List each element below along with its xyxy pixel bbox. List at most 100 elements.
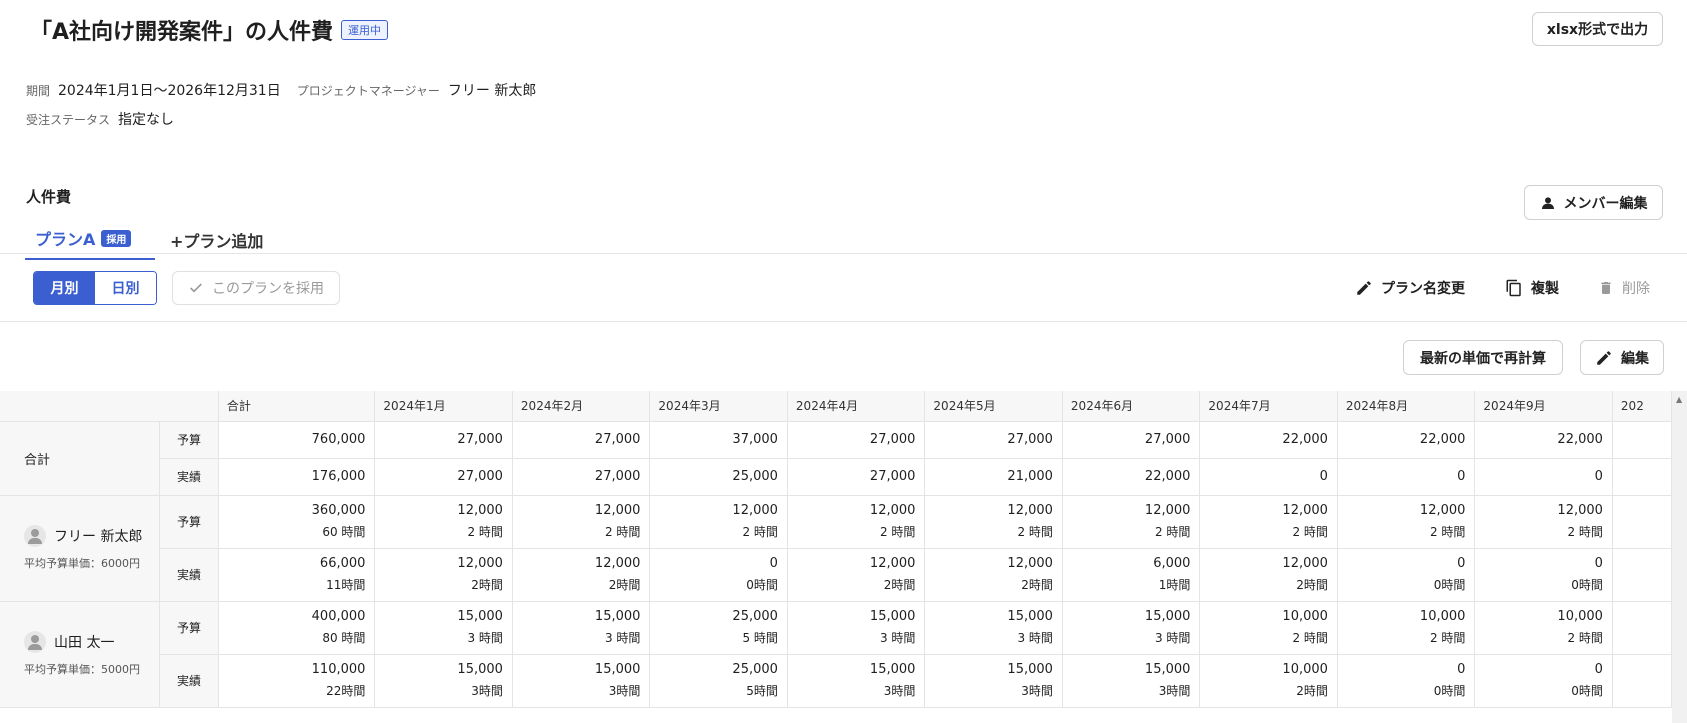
amount: 12,000	[594, 503, 641, 518]
column-header: 2024年5月	[924, 391, 1063, 422]
amount: 66,000	[319, 556, 366, 571]
labor-cost-table: 合計 2024年1月 2024年2月 2024年3月 2024年4月 2024年5月 202…	[0, 391, 1672, 723]
value-cell: 15,000 3時間	[374, 654, 513, 708]
hours: 3 時間	[1154, 631, 1191, 645]
page-title-text: 「A社向け開発案件」の人件費	[30, 20, 334, 45]
amount: 10,000	[1282, 609, 1328, 624]
amount: 0	[1457, 556, 1466, 571]
value-cell: 0 0時間	[1474, 654, 1613, 708]
hours: 3 時間	[1017, 631, 1053, 645]
column-header: 合計	[218, 391, 376, 422]
value-cell: 0 0時間	[649, 548, 788, 602]
amount: 15,000	[869, 662, 916, 677]
hours: 0時間	[1571, 578, 1603, 592]
amount: 12,000	[869, 503, 916, 518]
hours: 2 時間	[1017, 525, 1053, 539]
value-cell	[1612, 495, 1672, 549]
amount: 22,000	[1557, 432, 1603, 447]
value-cell: 15,000 3 時間	[924, 601, 1063, 655]
table-row: 実績 176,000 27,000 27,000 25,000 27,000 21,000 2…	[0, 458, 1672, 496]
member-name: フリー 新太郎	[54, 529, 143, 545]
monthly-toggle[interactable]: 月別	[34, 272, 95, 304]
actual-label-value: 実績	[177, 470, 202, 484]
value-cell: 15,000 3時間	[787, 654, 926, 708]
amount: 760,000	[311, 432, 366, 447]
amount: 21,000	[1007, 469, 1053, 484]
hours: 1時間	[1158, 578, 1191, 592]
amount: 27,000	[1144, 432, 1191, 447]
export-xlsx-button[interactable]: xlsx形式で出力	[1532, 12, 1663, 46]
adopt-plan-label: このプランを採用	[212, 281, 324, 297]
value-cell: 0	[1337, 458, 1476, 496]
amount: 15,000	[457, 662, 503, 677]
hours: 3時間	[1021, 684, 1053, 698]
amount: 12,000	[457, 556, 503, 571]
amount: 10,000	[1282, 662, 1328, 677]
pencil-icon	[1357, 281, 1371, 295]
daily-toggle[interactable]: 日別	[95, 272, 156, 304]
value-cell: 15,000 3 時間	[787, 601, 926, 655]
value-cell: 6,000 1時間	[1062, 548, 1201, 602]
amount: 12,000	[594, 556, 641, 571]
value-cell	[1612, 601, 1672, 655]
amount: 12,000	[1282, 556, 1328, 571]
hours: 2 時間	[1429, 525, 1466, 539]
add-plan-tab[interactable]: +プラン追加	[155, 226, 273, 260]
edit-button[interactable]: 編集	[1580, 340, 1664, 375]
value-cell: 15,000 3 時間	[374, 601, 513, 655]
vertical-scrollbar[interactable]	[1672, 391, 1687, 723]
hours: 3時間	[608, 684, 641, 698]
copy-plan-button[interactable]: 複製	[1505, 278, 1559, 298]
budget-label-value: 予算	[177, 621, 202, 635]
total-row-label: 合計	[0, 421, 161, 496]
value-cell: 27,000	[924, 421, 1063, 459]
member-name: 山田 太一	[54, 635, 115, 651]
value-cell: 25,000	[649, 458, 788, 496]
hours: 2時間	[883, 578, 916, 592]
amount: 25,000	[732, 662, 778, 677]
value-cell: 15,000 3時間	[512, 654, 651, 708]
hours: 0時間	[1433, 684, 1466, 698]
hours: 2 時間	[1567, 631, 1603, 645]
adopt-plan-button[interactable]: このプランを採用	[172, 271, 340, 305]
value-cell: 15,000 3時間	[1062, 654, 1201, 708]
scroll-up-arrow-icon[interactable]: ▲	[1676, 395, 1682, 404]
value-cell: 12,000 2 時間	[649, 495, 788, 549]
meta-row-period: 期間 2024年1月1日～2026年12月31日 プロジェクトマネージャー フリ…	[26, 80, 552, 100]
value-cell: 12,000 2 時間	[787, 495, 926, 549]
avg-unit-price: 平均予算単価：6000円	[24, 557, 140, 570]
amount: 12,000	[1144, 503, 1191, 518]
table-row: 実績 110,000 22時間 15,000 3時間 15,000 3時間 25,000 5時間…	[0, 654, 1672, 708]
amount: 12,000	[1007, 503, 1053, 518]
budget-label: 予算	[159, 601, 219, 655]
hours: 2時間	[1296, 684, 1328, 698]
column-header: 2024年9月	[1474, 391, 1613, 422]
column-header: 2024年3月	[649, 391, 788, 422]
amount: 15,000	[1144, 609, 1191, 624]
column-header: 2024年1月	[374, 391, 513, 422]
table-row: 合計 予算 760,000 27,000 27,000 37,000 27,000 27,00…	[0, 421, 1672, 496]
value-cell: 0 0時間	[1337, 548, 1476, 602]
amount: 25,000	[732, 469, 778, 484]
tab-plan-a[interactable]: プランA 採用	[25, 224, 155, 260]
table-row: フリー 新太郎 平均予算単価：6000円 予算 360,000 60 時間 12,000 2…	[0, 495, 1672, 602]
section-title: 人件費	[26, 188, 72, 206]
hours: 3 時間	[879, 631, 916, 645]
trash-icon	[1601, 282, 1611, 294]
hours: 60 時間	[322, 525, 366, 539]
tab-plan-a-label: プランA	[35, 230, 96, 249]
member-edit-button[interactable]: メンバー編集	[1524, 185, 1663, 220]
budget-label: 予算	[159, 421, 219, 459]
order-status-value: 指定なし	[118, 112, 175, 128]
recalc-button[interactable]: 最新の単価で再計算	[1403, 340, 1563, 375]
member-cell: フリー 新太郎平均予算単価：6000円	[0, 495, 161, 602]
rename-plan-button[interactable]: プラン名変更	[1355, 278, 1465, 298]
amount: 27,000	[869, 432, 916, 447]
value-cell: 27,000	[787, 458, 926, 496]
hours: 2 時間	[1292, 631, 1328, 645]
hours: 3時間	[471, 684, 503, 698]
amount: 0	[769, 556, 778, 571]
amount: 0	[1594, 662, 1603, 677]
delete-plan-button[interactable]: 削除	[1598, 278, 1650, 298]
value-cell: 400,000 80 時間	[218, 601, 376, 655]
